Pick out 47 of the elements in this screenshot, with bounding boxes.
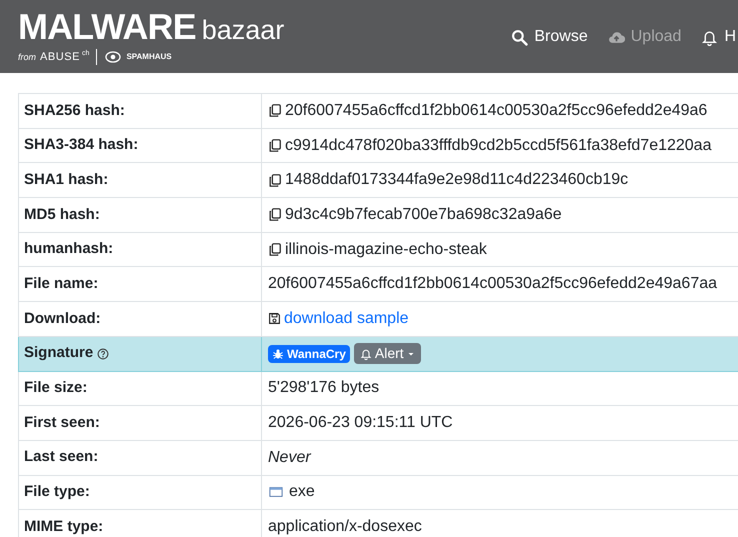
copy-icon[interactable]	[268, 207, 282, 222]
field-value: application/x-dosexec	[268, 517, 422, 537]
hash-value: c9914dc478f020ba33fffdb9cd2b5ccd5f561fa38efd7e1220aa	[285, 136, 712, 156]
search-icon	[511, 28, 528, 46]
copy-icon[interactable]	[268, 242, 282, 258]
field-value: 5'298'176 bytes	[268, 378, 380, 398]
field-value: 20f6007455a6cffcd1f2bb0614c00530a2f5cc96efedd2e49a67aa	[268, 274, 718, 294]
row-label: MIME type:	[18, 510, 262, 537]
row-label: File type:	[18, 475, 262, 510]
nav-link[interactable]: Browse	[511, 25, 588, 49]
spamhaus-emblem-icon	[104, 49, 122, 66]
logo-title: MALWARE	[18, 6, 196, 48]
row-label: Last seen:	[18, 440, 262, 476]
bug-icon	[272, 348, 284, 360]
bell-icon	[360, 348, 372, 360]
copy-icon[interactable]	[268, 138, 282, 154]
row-label: File size:	[18, 371, 262, 406]
row-label: MD5 hash:	[18, 198, 262, 232]
alert-button[interactable]: Alert	[354, 343, 421, 364]
window-icon	[268, 485, 284, 500]
nav-link[interactable]: H	[701, 25, 736, 49]
row-label: Download:	[18, 302, 262, 336]
abuse-logo: ABUSE	[40, 50, 80, 65]
field-value: Never	[268, 448, 311, 468]
hash-value: 9d3c4c9b7fecab700e7ba698c32a9a6e	[285, 204, 562, 225]
hash-value: 20f6007455a6cffcd1f2bb0614c00530a2f5cc96efedd2e49a6	[285, 100, 708, 121]
from-label: from	[18, 50, 36, 64]
help-icon[interactable]	[97, 348, 110, 360]
hash-value: 1488ddaf0173344fa9e2e98d11c4d223460cb19c	[285, 170, 628, 190]
row-label: SHA256 hash:	[18, 94, 262, 128]
hash-value: illinois-magazine-echo-steak	[285, 240, 487, 260]
logo-subtitle: bazaar	[202, 15, 284, 45]
row-label: SHA3-384 hash:	[18, 128, 262, 163]
signature-badge[interactable]: WannaCry	[268, 344, 350, 363]
download-link[interactable]: download sample	[284, 306, 409, 331]
row-label: Signature	[24, 343, 94, 364]
bell-icon	[701, 28, 718, 46]
field-value: 2026-06-23 09:15:11 UTC	[268, 413, 453, 434]
row-label: SHA1 hash:	[18, 162, 262, 198]
row-label: First seen:	[18, 406, 262, 440]
partner-logo: SPAMHAUS	[126, 51, 172, 64]
field-value: exe	[289, 482, 315, 502]
save-icon	[268, 312, 281, 326]
copy-icon[interactable]	[268, 172, 282, 188]
copy-icon[interactable]	[268, 103, 282, 118]
row-label: File name:	[18, 266, 262, 302]
row-label: humanhash:	[18, 232, 262, 267]
